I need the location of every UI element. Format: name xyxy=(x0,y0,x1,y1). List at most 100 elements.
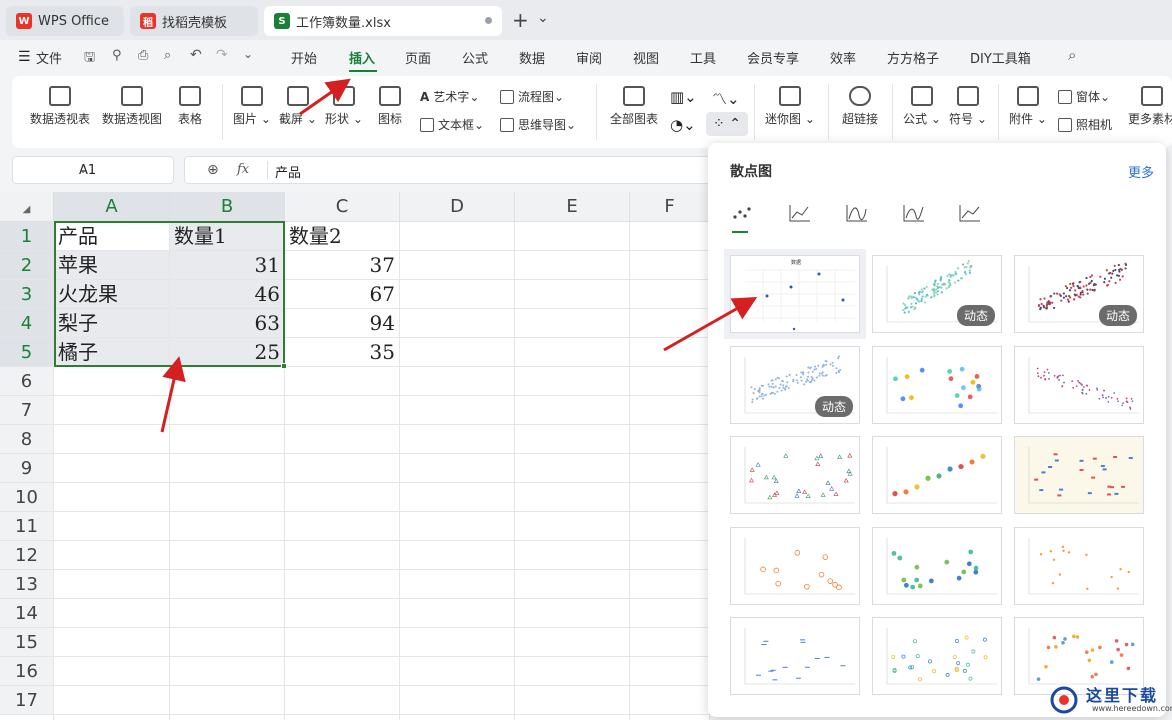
row-header[interactable]: 2 xyxy=(0,251,54,280)
scatter-template-labels[interactable] xyxy=(1014,436,1144,514)
row-header[interactable]: 9 xyxy=(0,454,54,483)
row-header[interactable]: 8 xyxy=(0,425,54,454)
scatter-template-triangles[interactable] xyxy=(730,436,860,514)
shape-button[interactable]: 形状 ⌄ xyxy=(322,86,366,127)
scatter-template-trend[interactable] xyxy=(1014,346,1144,424)
pivot-chart-button[interactable]: 数据透视图 xyxy=(100,86,164,127)
tab-workbook[interactable]: S 工作簿数量.xlsx xyxy=(264,6,502,36)
mindmap-button[interactable]: 思维导图 ⌄ xyxy=(500,116,576,133)
column-header-d[interactable]: D xyxy=(400,192,515,222)
select-all-corner[interactable]: ◢ xyxy=(0,192,54,222)
art-text-button[interactable]: A 艺术字 ⌄ xyxy=(420,88,479,105)
hyperlink-button[interactable]: 超链接 xyxy=(838,86,882,127)
quick-access-chevron-icon[interactable]: ⌄ xyxy=(243,47,253,61)
all-charts-button[interactable]: 全部图表 xyxy=(606,86,662,127)
menu-home[interactable]: 开始 xyxy=(291,48,317,67)
table-button[interactable]: 表格 xyxy=(172,86,208,127)
scatter-template-rings[interactable] xyxy=(730,527,860,605)
scatter-template-dashes[interactable] xyxy=(730,617,860,695)
camera-button[interactable]: 照相机 xyxy=(1058,116,1112,133)
cell-c1[interactable]: 数量2 xyxy=(285,222,400,251)
save-icon[interactable]: 🖫 xyxy=(84,48,95,70)
cell-c3[interactable]: 67 xyxy=(285,280,400,309)
row-header[interactable]: 14 xyxy=(0,599,54,628)
scatter-template-gradient[interactable]: 动态 xyxy=(872,255,1002,333)
cell-b2[interactable]: 31 xyxy=(170,251,285,280)
scatter-template-rising[interactable] xyxy=(872,436,1002,514)
flowchart-button[interactable]: 流程图 ⌄ xyxy=(500,88,564,105)
text-box-button[interactable]: 文本框 ⌄ xyxy=(420,116,484,133)
row-header[interactable]: 15 xyxy=(0,628,54,657)
fill-handle[interactable] xyxy=(281,363,287,369)
cell-a5[interactable]: 橘子 xyxy=(54,338,170,367)
row-header[interactable]: 7 xyxy=(0,396,54,425)
scatter-template-blue-cloud[interactable]: 动态 xyxy=(730,346,860,424)
scatter-line-markers-icon[interactable] xyxy=(788,203,812,223)
picture-button[interactable]: 图片 ⌄ xyxy=(230,86,274,127)
menu-insert[interactable]: 插入 xyxy=(349,48,375,67)
menu-review[interactable]: 审阅 xyxy=(576,48,602,67)
cell-c4[interactable]: 94 xyxy=(285,309,400,338)
scatter-chart-dropdown-button[interactable]: ⁘ ⌃ xyxy=(706,112,748,136)
redo-icon[interactable]: ↷ xyxy=(216,47,228,63)
sparkline-button[interactable]: 迷你图 ⌄ xyxy=(764,86,816,127)
scatter-straight-icon[interactable] xyxy=(958,203,982,223)
hamburger-icon[interactable]: ☰ xyxy=(18,49,31,65)
cell-b5[interactable]: 25 xyxy=(170,338,285,367)
row-header[interactable]: 1 xyxy=(0,222,54,251)
menu-page[interactable]: 页面 xyxy=(405,48,431,67)
scatter-smooth-markers-icon[interactable] xyxy=(902,203,926,223)
formula-button[interactable]: 公式 ⌄ xyxy=(900,86,944,127)
scatter-template-colored-dots[interactable] xyxy=(872,346,1002,424)
menu-view[interactable]: 视图 xyxy=(633,48,659,67)
cell-a2[interactable]: 苹果 xyxy=(54,251,170,280)
window-form-button[interactable]: 窗体 ⌄ xyxy=(1058,88,1110,105)
line-chart-icon[interactable]: 〽⌄ xyxy=(712,88,740,109)
name-box-chevron-icon[interactable]: ⌄ xyxy=(79,165,165,176)
scatter-smooth-icon[interactable] xyxy=(845,203,869,223)
cell-a3[interactable]: 火龙果 xyxy=(54,280,170,309)
row-header[interactable]: 10 xyxy=(0,483,54,512)
scatter-template-orange[interactable] xyxy=(1014,527,1144,605)
cell-b1[interactable]: 数量1 xyxy=(170,222,285,251)
row-header[interactable]: 13 xyxy=(0,570,54,599)
menu-member[interactable]: 会员专享 xyxy=(747,48,799,67)
column-chart-icon[interactable]: ▥⌄ xyxy=(670,88,697,106)
name-box[interactable]: A1 ⌄ xyxy=(12,156,174,184)
column-header-e[interactable]: E xyxy=(515,192,630,222)
spreadsheet-grid[interactable]: ◢ A B C D E F 1 2 3 4 5 6 7 8 9 10 11 12… xyxy=(0,192,710,720)
cell-b4[interactable]: 63 xyxy=(170,309,285,338)
column-header-b[interactable]: B xyxy=(170,192,285,222)
new-tab-button[interactable]: + xyxy=(512,8,529,32)
print-icon[interactable]: ⎙ xyxy=(138,48,148,63)
pie-chart-icon[interactable]: ◔⌄ xyxy=(670,116,696,134)
menu-file[interactable]: 文件 xyxy=(36,48,62,67)
row-header[interactable]: 17 xyxy=(0,686,54,715)
row-header[interactable]: 4 xyxy=(0,309,54,338)
search-icon[interactable]: ⌕ xyxy=(1068,46,1076,64)
column-header-f[interactable]: F xyxy=(630,192,710,222)
scatter-template-multicolor[interactable]: 动态 xyxy=(1014,255,1144,333)
menu-fangfang[interactable]: 方方格子 xyxy=(887,48,939,67)
column-header-a[interactable]: A xyxy=(54,192,170,222)
menu-tools[interactable]: 工具 xyxy=(690,48,716,67)
row-header[interactable]: 6 xyxy=(0,367,54,396)
cell-a4[interactable]: 梨子 xyxy=(54,309,170,338)
cell-c2[interactable]: 37 xyxy=(285,251,400,280)
menu-formula[interactable]: 公式 xyxy=(462,48,488,67)
tab-template[interactable]: 稻 找稻壳模板 xyxy=(130,6,258,36)
fx-icon[interactable]: fx xyxy=(237,162,249,177)
cell-c5[interactable]: 35 xyxy=(285,338,400,367)
scatter-dots-icon[interactable] xyxy=(730,203,754,223)
scatter-template-mixed[interactable] xyxy=(872,617,1002,695)
print-preview-icon[interactable]: ⌕ xyxy=(164,48,171,63)
more-material-button[interactable]: 更多素材 xyxy=(1126,86,1172,127)
formula-bar[interactable]: ⊕ fx 产品 xyxy=(184,156,714,184)
tab-list-chevron-icon[interactable]: ⌄ xyxy=(537,10,549,26)
more-link[interactable]: 更多 xyxy=(1128,162,1154,181)
menu-efficiency[interactable]: 效率 xyxy=(830,48,856,67)
row-header[interactable]: 5 xyxy=(0,338,54,367)
symbol-button[interactable]: 符号 ⌄ xyxy=(946,86,990,127)
screenshot-button[interactable]: 截屏 ⌄ xyxy=(276,86,320,127)
pivot-table-button[interactable]: 数据透视表 xyxy=(28,86,92,127)
